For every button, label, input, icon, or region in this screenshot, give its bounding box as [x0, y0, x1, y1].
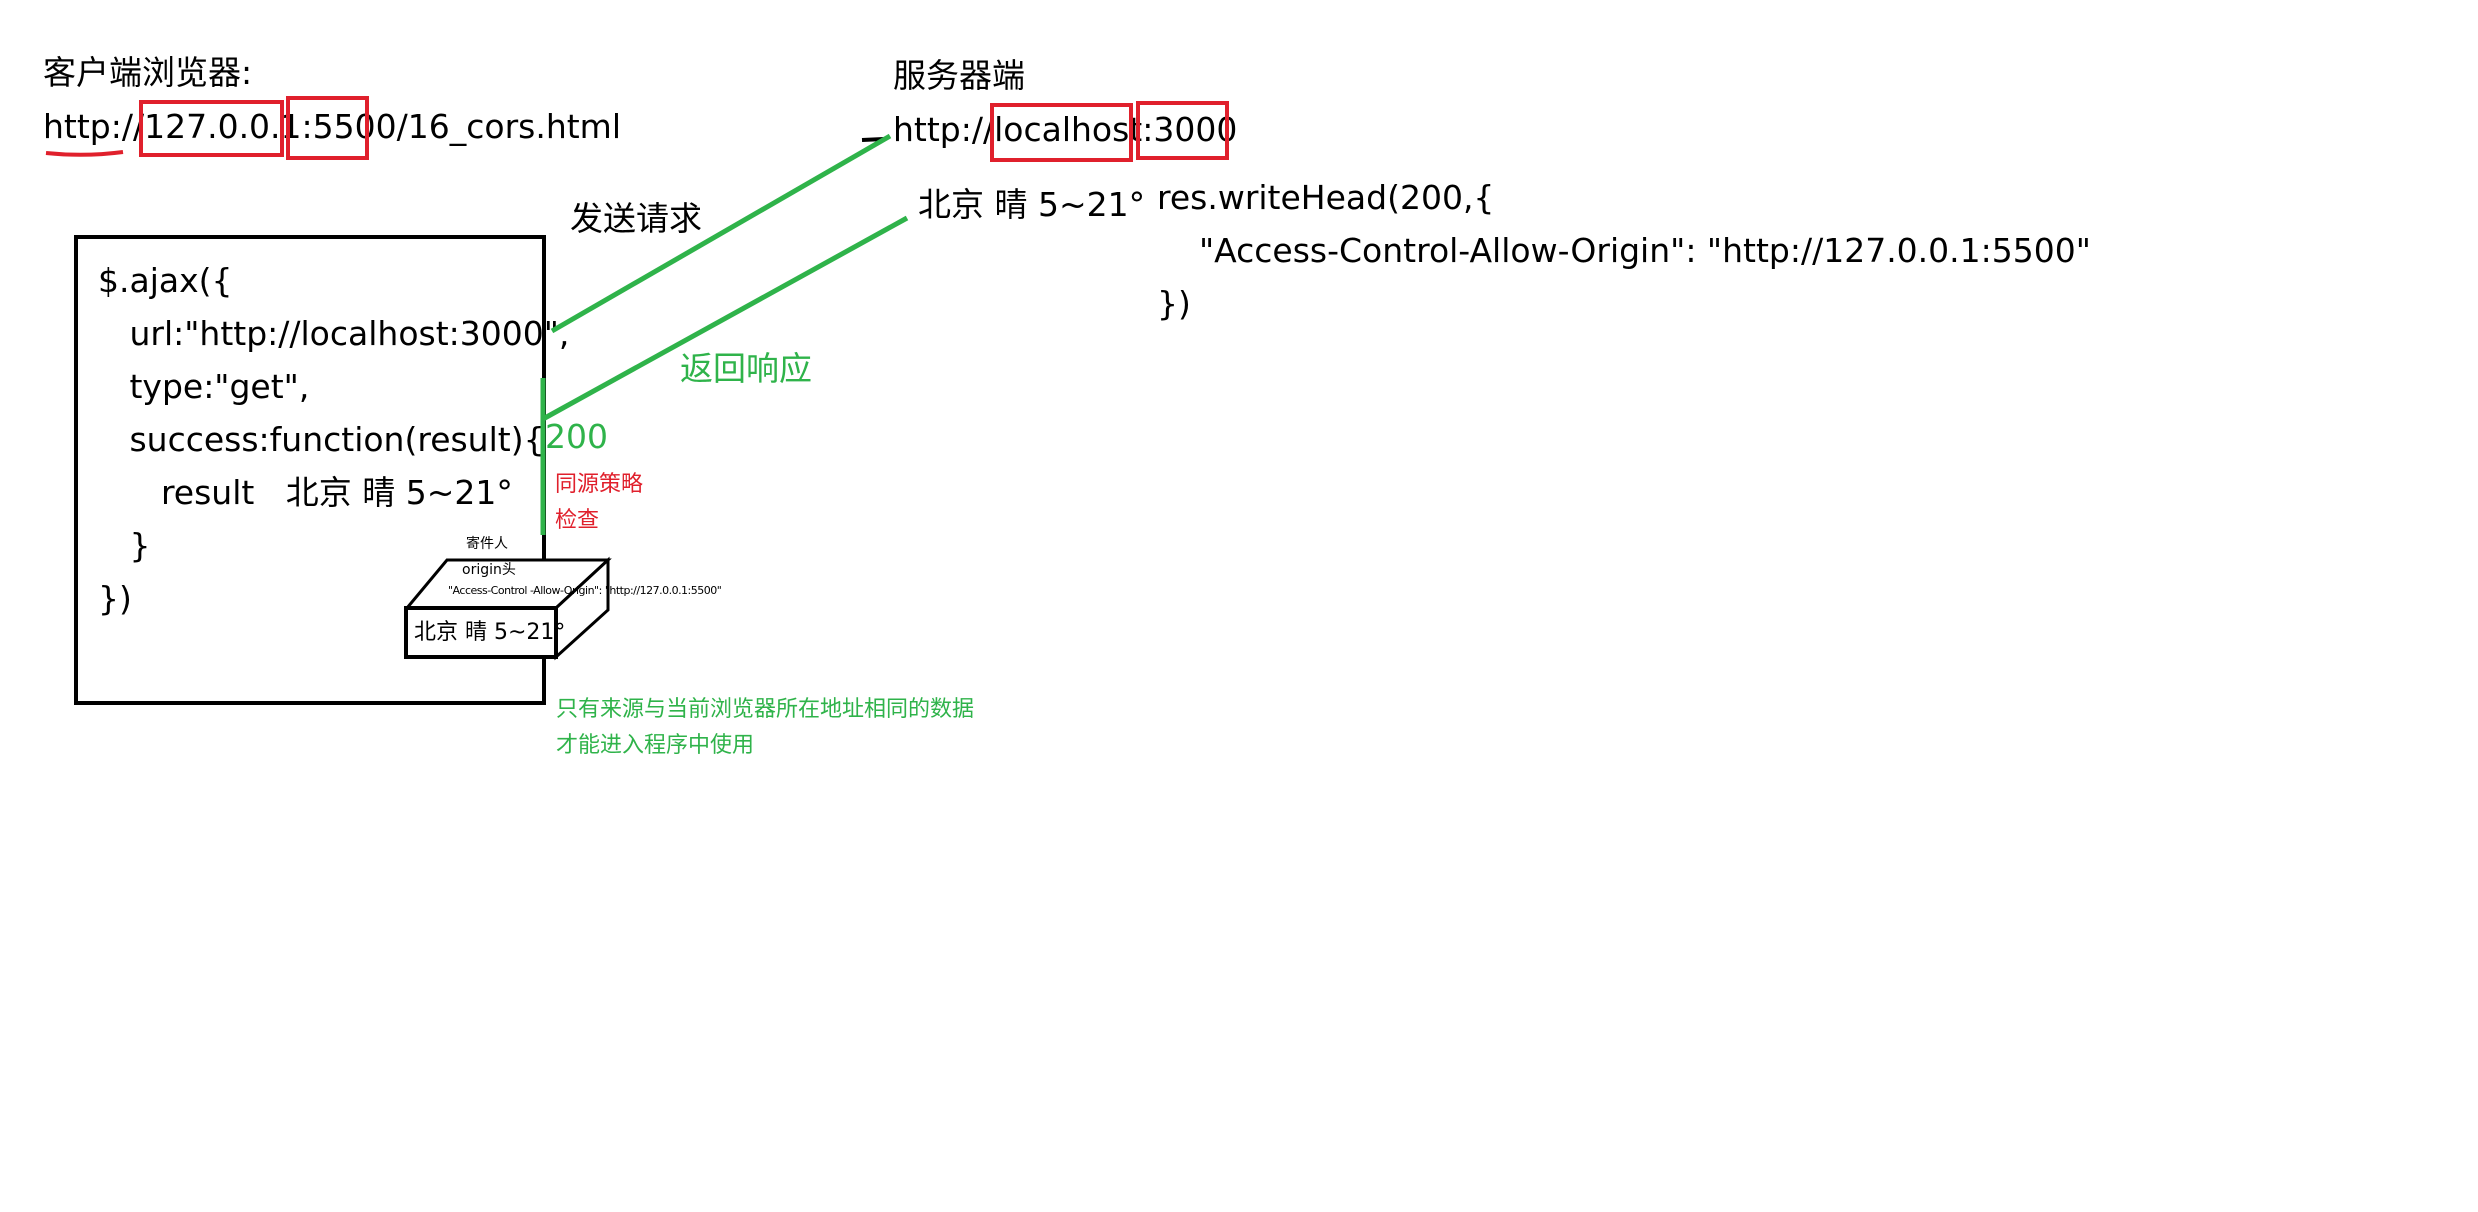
same-origin-check-line-2: 检查	[555, 508, 600, 533]
note-line-2: 才能进入程序中使用	[556, 733, 755, 758]
package-acao-label: "Access-Control -Allow-Origin": "http://…	[448, 584, 722, 597]
status-code-label: 200	[545, 417, 608, 456]
same-origin-check-line-1: 同源策略	[555, 472, 644, 497]
send-request-label: 发送请求	[570, 199, 702, 238]
package-origin-label: origin头	[462, 562, 516, 578]
return-response-line	[541, 215, 909, 422]
package-sender-label: 寄件人	[466, 536, 508, 552]
note-line-1: 只有来源与当前浏览器所在地址相同的数据	[556, 697, 975, 722]
protocol-underline	[45, 150, 124, 157]
diagram-lines	[45, 133, 909, 661]
package-content-label: 北京 晴 5~21°	[414, 620, 566, 645]
return-response-label: 返回响应	[680, 349, 812, 388]
